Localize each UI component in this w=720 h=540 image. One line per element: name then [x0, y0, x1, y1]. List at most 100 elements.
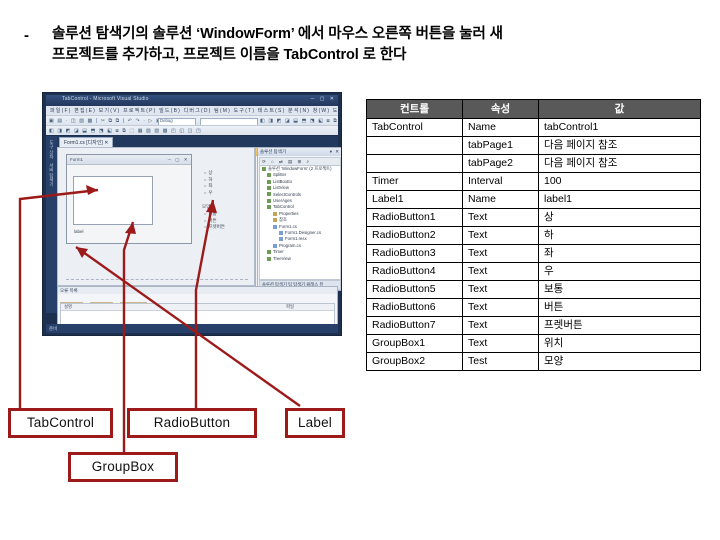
table-row: RadioButton4 Text 우 [366, 262, 701, 281]
cell-value: tabControl1 [538, 118, 701, 137]
form-groupbox-position: 상 하 좌 우 [204, 170, 212, 197]
folder-icon [273, 211, 277, 216]
solution-explorer-header: 솔루션 탐색기 ▾ ✕ [258, 148, 341, 156]
cell-control [366, 136, 463, 155]
cell-control: RadioButton1 [366, 208, 463, 227]
cell-value: 하 [538, 226, 701, 245]
error-list-header: 오류 목록 [58, 287, 337, 294]
file-icon [279, 237, 283, 242]
cell-control: RadioButton6 [366, 298, 463, 317]
vs-status-bar: 준비 [46, 324, 338, 333]
table-row: GroupBox2 Test 모양 [366, 352, 701, 371]
window-controls[interactable]: ─ ▢ ✕ [311, 96, 336, 102]
form-radio-right[interactable]: 우 [204, 190, 212, 197]
project-icon [267, 256, 271, 261]
solution-explorer-close[interactable]: ▾ ✕ [330, 148, 340, 156]
tree-node-label: Splitter [273, 172, 287, 178]
vs-toolbar-secondary[interactable]: ◧ ◨ ◩ ◪ ⬓ ⬒ ⬔ ⬕ ⧈ ⧉ ⬚ ▦ ▧ ▨ ▩ ◰ ◱ ◲ ◳ [46, 125, 338, 135]
vs-solution-explorer[interactable]: 솔루션 탐색기 ▾ ✕ ⟳ ⌂ ⇄ ▤ ⊞ ⌕ 솔루션 ‘WindowForm’… [257, 147, 341, 291]
table-header-row: 컨트롤 속성 값 [366, 99, 701, 119]
table-row: tabPage2 다음 페이지 참조 [366, 154, 701, 173]
solution-tree[interactable]: 솔루션 ‘WindowForm’ (2 프로젝트) Splitter ListB… [259, 165, 341, 280]
table-row: RadioButton2 Text 하 [366, 226, 701, 245]
designed-form-window[interactable]: Form1 ─ ▢ ✕ 페이지1 tabPage2 label [66, 154, 192, 244]
rail-server-explorer-label: 서버 탐색기 [49, 163, 55, 188]
tree-node-label: Program.cs [279, 242, 301, 248]
tree-node-label: 참조 [279, 217, 287, 223]
table-row: Timer Interval 100 [366, 172, 701, 191]
cell-value: 100 [538, 172, 701, 191]
cell-value: 다음 페이지 참조 [538, 154, 701, 173]
project-icon [267, 192, 271, 197]
cell-property: Text [462, 298, 539, 317]
cell-value: 위치 [538, 334, 701, 353]
project-icon [267, 173, 271, 178]
form-caption: Form1 ─ ▢ ✕ [67, 155, 191, 165]
callout-tabcontrol[interactable]: TabControl [8, 408, 113, 438]
form-radio-flatbutton[interactable]: 프렛버튼 [204, 224, 225, 231]
cell-control: RadioButton2 [366, 226, 463, 245]
cell-property: Text [462, 208, 539, 227]
column-header-property: 속성 [462, 99, 539, 119]
tree-node-label: Timer [273, 249, 284, 255]
vs-left-rail[interactable]: 도구 상자 서버 탐색기 [46, 136, 57, 313]
vs-menu-bar[interactable]: 파일(F) 편집(E) 보기(V) 프로젝트(P) 빌드(B) 디버그(D) 팀… [46, 106, 341, 115]
cell-value: label1 [538, 190, 701, 209]
heading-text: 솔루션 탐색기의 솔루션 ‘WindowForm’ 에서 마우스 오른쪽 버튼을… [52, 26, 503, 63]
cell-value: 보통 [538, 280, 701, 299]
visual-studio-screenshot: TabControl - Microsoft Visual Studio ─ ▢… [42, 92, 342, 336]
cell-value: 다음 페이지 참조 [538, 136, 701, 155]
vs-form-designer[interactable]: Form1 ─ ▢ ✕ 페이지1 tabPage2 label 상 하 좌 우 … [57, 147, 255, 286]
table-row: RadioButton3 Text 좌 [366, 244, 701, 263]
project-icon [267, 198, 271, 203]
cell-property: Text [462, 280, 539, 299]
form-caption-buttons: ─ ▢ ✕ [167, 157, 189, 162]
cell-property: Text [462, 316, 539, 335]
callout-label[interactable]: Label [285, 408, 345, 438]
build-config-label: Debug [160, 118, 173, 123]
file-icon [273, 243, 277, 248]
cell-control: Timer [366, 172, 463, 191]
cell-property: Name [462, 190, 539, 209]
cell-property: tabPage2 [462, 154, 539, 173]
callout-groupbox[interactable]: GroupBox [68, 452, 178, 482]
cell-control [366, 154, 463, 173]
cell-value: 버튼 [538, 298, 701, 317]
cell-value: 상 [538, 208, 701, 227]
table-row: RadioButton1 Text 상 [366, 208, 701, 227]
vs-menu-text: 파일(F) 편집(E) 보기(V) 프로젝트(P) 빌드(B) 디버그(D) 팀… [50, 108, 342, 114]
form-groupbox-shape: 보통 버튼 프렛버튼 [204, 211, 225, 231]
form-groupbox-shape-caption: 모양 [202, 204, 211, 209]
project-icon [267, 205, 271, 210]
project-icon [267, 186, 271, 191]
cell-control: GroupBox2 [366, 352, 463, 371]
tree-node-label: SelectControls [273, 191, 301, 197]
cell-control: RadioButton4 [366, 262, 463, 281]
form-radio-normal[interactable]: 보통 [204, 211, 225, 218]
file-icon [279, 230, 283, 235]
cell-value: 프렛버튼 [538, 316, 701, 335]
cell-value: 좌 [538, 244, 701, 263]
tree-node-label: TreeView [273, 255, 291, 261]
table-row: RadioButton6 Text 버튼 [366, 298, 701, 317]
cell-property: Test [462, 352, 539, 371]
cell-property: Text [462, 226, 539, 245]
vs-document-tabstrip[interactable]: Form1.cs [디자인] ✕ [57, 136, 338, 148]
cell-control: GroupBox1 [366, 334, 463, 353]
error-list-column-headers: 설명 파일 [61, 304, 334, 311]
form-label-control[interactable]: label [74, 229, 84, 234]
callout-radiobutton[interactable]: RadioButton [127, 408, 257, 438]
project-icon [267, 179, 271, 184]
form-radio-left[interactable]: 좌 [204, 183, 212, 190]
tree-node-label: Form1.Designer.cs [285, 230, 322, 236]
tree-node[interactable]: TreeView [260, 256, 340, 262]
toolbar-right-icons: ◧ ◨ ◩ ◪ ⬓ ⬒ ⬔ ⬕ ⧈ ⧉ ⬚ ▦ ▧ ▨ ▩ ◰ ◱ ◲ ◳ [260, 118, 341, 124]
cell-value: 모양 [538, 352, 701, 371]
tree-node-label: Properties [279, 210, 299, 216]
control-property-table: 컨트롤 속성 값 TabControl Name tabControl1 tabPa… [366, 99, 701, 371]
cell-property: Text [462, 244, 539, 263]
cell-property: Text [462, 334, 539, 353]
tree-node-label: UserAges [273, 198, 292, 204]
cell-property: Interval [462, 172, 539, 191]
form-radio-up[interactable]: 상 [204, 170, 212, 177]
